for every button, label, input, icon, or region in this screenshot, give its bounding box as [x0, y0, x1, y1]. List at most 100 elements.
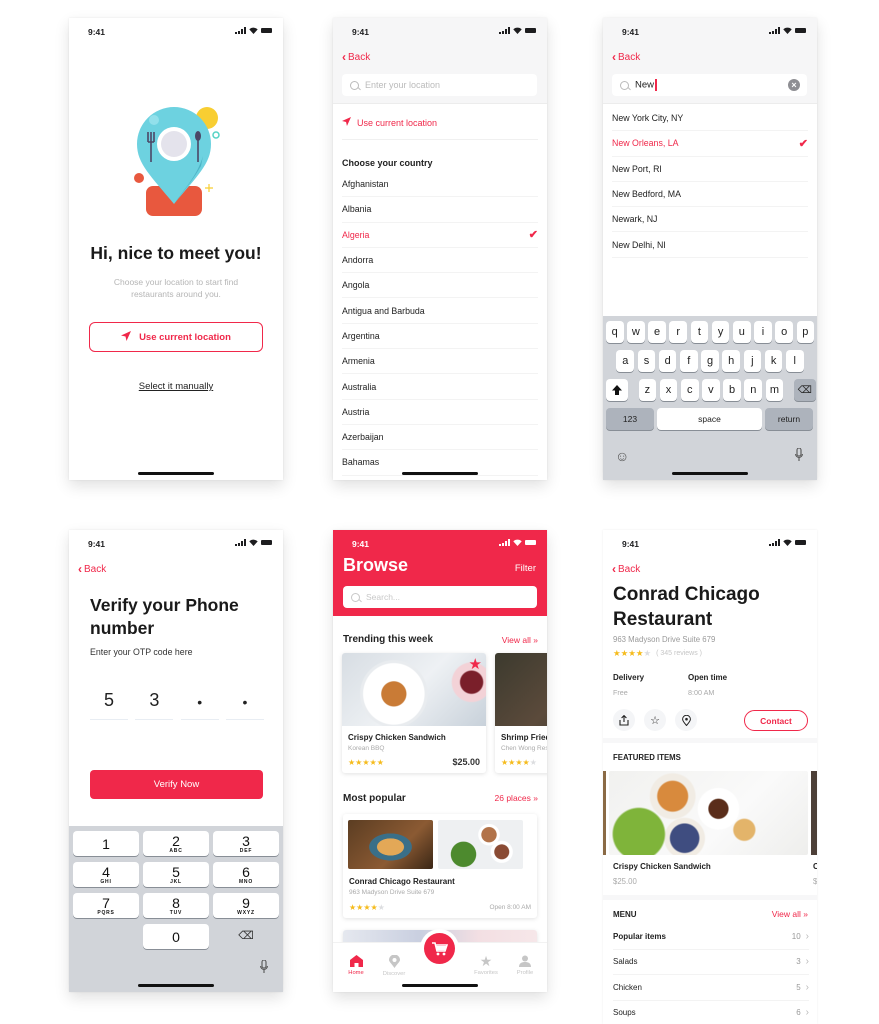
use-current-location-button[interactable]: Use current location: [89, 322, 263, 352]
numpad-key-1[interactable]: 1: [73, 831, 139, 856]
key-m[interactable]: m: [765, 379, 784, 401]
key-u[interactable]: u: [732, 321, 751, 343]
microphone-icon[interactable]: [795, 447, 803, 467]
key-d[interactable]: d: [658, 350, 677, 372]
country-item[interactable]: Azerbaijan: [342, 425, 538, 451]
otp-digit[interactable]: •: [225, 688, 264, 720]
view-all-menu-link[interactable]: View all »: [772, 909, 808, 919]
numpad-key-3[interactable]: 3 DEF: [213, 831, 279, 856]
key-h[interactable]: h: [722, 350, 741, 372]
clear-icon[interactable]: ×: [788, 79, 800, 91]
numpad-key-4[interactable]: 4 GHI: [73, 862, 139, 887]
city-result-item[interactable]: New Bedford, MA: [612, 182, 808, 208]
numpad-key-7[interactable]: 7 PQRS: [73, 893, 139, 918]
key-w[interactable]: w: [627, 321, 645, 343]
tab-profile[interactable]: Profile: [505, 955, 545, 976]
key-q[interactable]: q: [605, 321, 624, 343]
tab-discover[interactable]: Discover: [374, 955, 414, 977]
country-item[interactable]: Angola: [342, 273, 538, 299]
country-item[interactable]: Andorra: [342, 248, 538, 274]
key-i[interactable]: i: [754, 321, 772, 343]
key-g[interactable]: g: [701, 350, 719, 372]
key-e[interactable]: e: [648, 321, 666, 343]
emoji-icon[interactable]: ☺: [615, 448, 629, 464]
menu-category-item[interactable]: Popular items 10 ›: [613, 924, 809, 950]
favorite-button[interactable]: ☆: [644, 709, 666, 731]
key-y[interactable]: y: [711, 321, 730, 343]
featured-item-image[interactable]: [609, 771, 808, 855]
verify-now-button[interactable]: Verify Now: [90, 770, 263, 799]
back-button[interactable]: ‹ Back: [78, 563, 106, 575]
menu-category-item[interactable]: Salads 3 ›: [613, 950, 809, 975]
key-z[interactable]: z: [638, 379, 657, 401]
trending-card[interactable]: Shrimp Fried Rice Chen Wong Restaurant ★…: [495, 653, 547, 773]
country-item[interactable]: Argentina: [342, 324, 538, 350]
key-s[interactable]: s: [637, 350, 656, 372]
key-a[interactable]: a: [616, 350, 635, 372]
menu-category-item[interactable]: Soups 6 ›: [613, 1001, 809, 1024]
country-item[interactable]: Algeria ✔: [342, 223, 538, 248]
city-search-input[interactable]: New ×: [612, 74, 807, 96]
city-result-item[interactable]: Newark, NJ: [612, 207, 808, 233]
popular-places-link[interactable]: 26 places »: [495, 793, 538, 803]
country-item[interactable]: Armenia: [342, 349, 538, 375]
favorite-star-icon[interactable]: ★: [469, 655, 482, 673]
key-x[interactable]: x: [659, 379, 678, 401]
key-n[interactable]: n: [744, 379, 763, 401]
key-l[interactable]: l: [785, 350, 804, 372]
tab-favorites[interactable]: ★ Favorites: [466, 954, 506, 976]
space-key[interactable]: space: [657, 408, 762, 430]
numpad-key-9[interactable]: 9 WXYZ: [213, 893, 279, 918]
tab-home[interactable]: Home: [336, 955, 376, 976]
key-o[interactable]: o: [775, 321, 793, 343]
country-item[interactable]: Antigua and Barbuda: [342, 298, 538, 324]
select-manually-link[interactable]: Select it manually: [69, 381, 283, 392]
city-result-item[interactable]: New Port, RI: [612, 157, 808, 182]
key-c[interactable]: c: [680, 379, 699, 401]
city-result-item[interactable]: New York City, NY: [612, 106, 808, 132]
country-item[interactable]: Albania: [342, 197, 538, 223]
contact-button[interactable]: Contact: [744, 710, 808, 731]
numpad-key-2[interactable]: 2 ABC: [143, 831, 209, 856]
key-f[interactable]: f: [679, 350, 698, 372]
numpad-key-8[interactable]: 8 TUV: [143, 893, 209, 918]
key-b[interactable]: b: [723, 379, 741, 401]
filter-button[interactable]: Filter: [515, 563, 536, 574]
location-search-input[interactable]: Enter your location: [342, 74, 537, 96]
key-k[interactable]: k: [764, 350, 783, 372]
return-key[interactable]: return: [765, 408, 813, 430]
view-all-trending-link[interactable]: View all »: [502, 635, 538, 645]
city-result-item[interactable]: New Orleans, LA ✔: [612, 131, 808, 157]
numbers-key[interactable]: 123: [606, 408, 654, 430]
use-current-location-link[interactable]: Use current location: [342, 117, 538, 140]
country-item[interactable]: Austria: [342, 400, 538, 425]
cart-button[interactable]: [424, 933, 455, 964]
city-result-item[interactable]: New Delhi, NI: [612, 232, 808, 258]
review-count[interactable]: ( 345 reviews ): [656, 650, 702, 657]
key-p[interactable]: p: [796, 321, 815, 343]
numpad-key-0[interactable]: 0: [143, 924, 209, 949]
numpad-delete-key[interactable]: ⌫: [213, 924, 279, 949]
map-button[interactable]: [675, 709, 697, 731]
shift-key[interactable]: [606, 379, 628, 401]
otp-digit[interactable]: 3: [135, 688, 174, 720]
key-r[interactable]: r: [669, 321, 688, 343]
country-item[interactable]: Australia: [342, 374, 538, 400]
back-button[interactable]: ‹ Back: [342, 51, 370, 63]
microphone-icon[interactable]: [260, 959, 268, 979]
otp-digit[interactable]: •: [180, 688, 219, 720]
key-v[interactable]: v: [702, 379, 720, 401]
trending-card[interactable]: ★ Crispy Chicken Sandwich Korean BBQ ★★★…: [342, 653, 486, 773]
delete-key[interactable]: ⌫: [793, 379, 816, 401]
otp-input[interactable]: 5 3 • •: [90, 688, 264, 720]
popular-card[interactable]: Conrad Chicago Restaurant 963 Madyson Dr…: [343, 814, 537, 918]
key-t[interactable]: t: [690, 321, 709, 343]
back-button[interactable]: ‹ Back: [612, 563, 640, 575]
country-item[interactable]: Afghanistan: [342, 172, 538, 198]
numpad-key-5[interactable]: 5 JKL: [143, 862, 209, 887]
numpad-key-6[interactable]: 6 MNO: [213, 862, 279, 887]
otp-digit[interactable]: 5: [90, 688, 128, 720]
share-button[interactable]: [613, 709, 635, 731]
back-button[interactable]: ‹ Back: [612, 51, 640, 63]
key-j[interactable]: j: [743, 350, 762, 372]
